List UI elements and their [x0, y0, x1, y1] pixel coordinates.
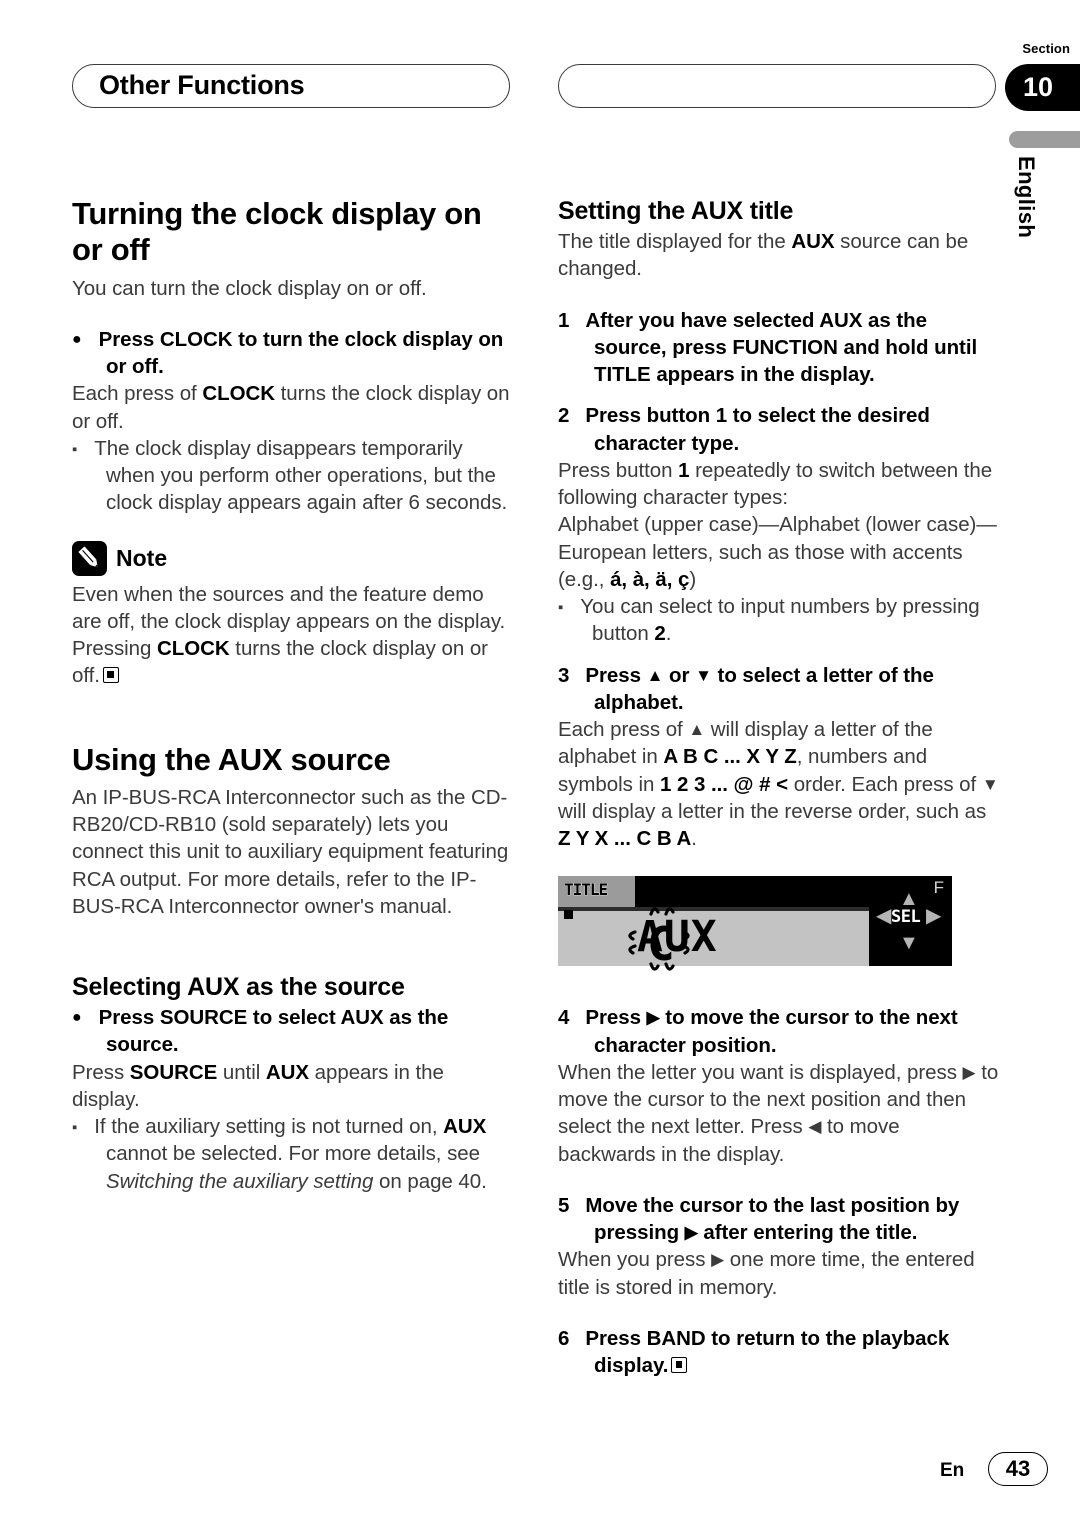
lcd-indicator-dot — [564, 910, 573, 920]
note-header: Note — [72, 540, 515, 576]
lcd-function-label: F — [933, 878, 944, 898]
clock-bold: CLOCK — [202, 382, 275, 406]
step-1-title: 1 After you have selected AUX as the sour… — [558, 308, 978, 387]
arrow-right-icon: ▶ — [646, 1008, 660, 1028]
language-bar — [1009, 131, 1080, 148]
end-mark-icon — [102, 667, 119, 684]
step-4-number: 4 — [558, 1006, 570, 1030]
clock-display-intro: You can turn the clock display on or off… — [72, 276, 427, 300]
step-2-body: Press button 1 repeatedly to switch betw… — [558, 458, 993, 509]
heading-using-aux: Using the AUX source — [72, 741, 391, 777]
arrow-right-icon: ▶ — [684, 1223, 698, 1242]
step-5-title: 5 Move the cursor to the last position by… — [558, 1193, 960, 1244]
section-number-badge: 10 — [1005, 64, 1080, 111]
pad-arrow-down-icon: ▼ — [899, 932, 919, 955]
clock-bullet-title: Press CLOCK to turn the clock display on… — [72, 326, 515, 381]
selecting-bullet-text: Press SOURCE to select AUX as the source… — [98, 1006, 449, 1057]
footer-page-number: 43 — [988, 1452, 1048, 1486]
pad-arrow-up-icon: ▲ — [899, 888, 919, 911]
pad-arrow-right-icon: ▶ — [926, 905, 942, 928]
note-body: Even when the sources and the feature de… — [72, 582, 506, 688]
step-4-title: 4 Press ▶ to move the cursor to the next … — [558, 1006, 958, 1057]
step-3-body: Each press of ▲ will display a letter of… — [558, 718, 999, 850]
section-label: Section — [1022, 41, 1070, 56]
note-bold-clock: CLOCK — [157, 637, 230, 661]
step-5-number: 5 — [558, 1193, 570, 1217]
arrow-right-icon: ▶ — [962, 1062, 976, 1082]
lcd-blinking-cursor: C — [621, 898, 697, 976]
arrow-left-icon: ◀ — [808, 1117, 822, 1137]
aux-source-body: An IP-BUS-RCA Interconnector such as the… — [72, 785, 509, 918]
pad-arrow-left-icon: ◀ — [876, 905, 892, 928]
bullet-dot-icon — [72, 328, 82, 351]
right-column: Setting the AUX title The title displaye… — [558, 196, 1001, 1379]
step-1-number: 1 — [558, 308, 570, 332]
language-label: English — [1014, 156, 1039, 239]
lcd-display-figure: TITLE AUX C F ▲ ▼ ◀ ▶ SEL — [558, 876, 952, 971]
step-6-title: 6 Press BAND to return to the playback di… — [558, 1326, 950, 1377]
footer-language-code: En — [940, 1460, 965, 1481]
step-3-title: 3 Press ▲ or ▼ to select a letter of the … — [558, 663, 934, 714]
header-pill-left: Other Functions — [72, 64, 510, 108]
clock-sub-note: The clock display disappears temporarily… — [72, 435, 515, 517]
page-title: Other Functions — [99, 69, 305, 100]
bullet-square-icon — [72, 1115, 77, 1138]
bullet-square-icon — [558, 595, 563, 618]
heading-setting-aux-title: Setting the AUX title — [558, 197, 794, 225]
step-6-number: 6 — [558, 1326, 570, 1350]
clock-bullet-body: Each press of CLOCK turns the clock disp… — [72, 382, 510, 433]
note-label: Note — [116, 544, 168, 571]
setting-aux-intro: The title displayed for the AUX source c… — [558, 230, 969, 281]
arrow-down-icon: ▼ — [981, 774, 999, 794]
lcd-band-divider — [558, 907, 869, 912]
arrow-up-icon: ▲ — [688, 720, 706, 739]
selecting-sub-note: If the auxiliary setting is not turned o… — [72, 1113, 515, 1195]
step-2-title: 2 Press button 1 to select the desired ch… — [558, 404, 930, 455]
step-2-number: 2 — [558, 404, 570, 428]
accent-chars: á, à, ä, ç — [610, 567, 690, 591]
step-2-note: You can select to input numbers by press… — [558, 593, 1001, 648]
heading-clock-display: Turning the clock display on or off — [72, 196, 482, 268]
step-5-body: When you press ▶ one more time, the ente… — [558, 1248, 975, 1299]
pencil-icon — [72, 540, 107, 576]
bullet-square-icon — [72, 437, 77, 460]
clock-bullet-text: Press CLOCK to turn the clock display on… — [98, 327, 504, 379]
arrow-up-icon: ▲ — [646, 665, 664, 685]
cross-ref-italic: Switching the auxiliary setting — [106, 1169, 374, 1193]
arrow-down-icon: ▼ — [695, 665, 712, 685]
step-2-charset: Alphabet (upper case)—Alphabet (lower ca… — [558, 513, 997, 591]
lcd-sel-pad: F ▲ ▼ ◀ ▶ SEL — [869, 876, 952, 967]
step-4-body: When the letter you want is displayed, p… — [558, 1060, 999, 1166]
selecting-bullet-title: Press SOURCE to select AUX as the source… — [72, 1004, 515, 1059]
lcd-sel-label: SEL — [891, 907, 921, 928]
selecting-body: Press SOURCE until AUX appears in the di… — [72, 1060, 444, 1111]
bullet-dot-icon — [72, 1006, 82, 1029]
arrow-right-icon: ▶ — [711, 1250, 725, 1270]
left-column: Turning the clock display on or off You … — [72, 196, 515, 1195]
header-pill-right — [558, 64, 996, 108]
section-number: 10 — [1023, 71, 1054, 102]
step-3-number: 3 — [558, 663, 570, 687]
lcd-title-text: TITLE — [564, 880, 609, 900]
clock-sub-note-text: The clock display disappears temporarily… — [94, 436, 508, 515]
manual-page: Other Functions Section 10 English Turni… — [0, 0, 1080, 1529]
end-mark-icon — [671, 1357, 688, 1373]
heading-selecting-aux: Selecting AUX as the source — [72, 973, 405, 1002]
